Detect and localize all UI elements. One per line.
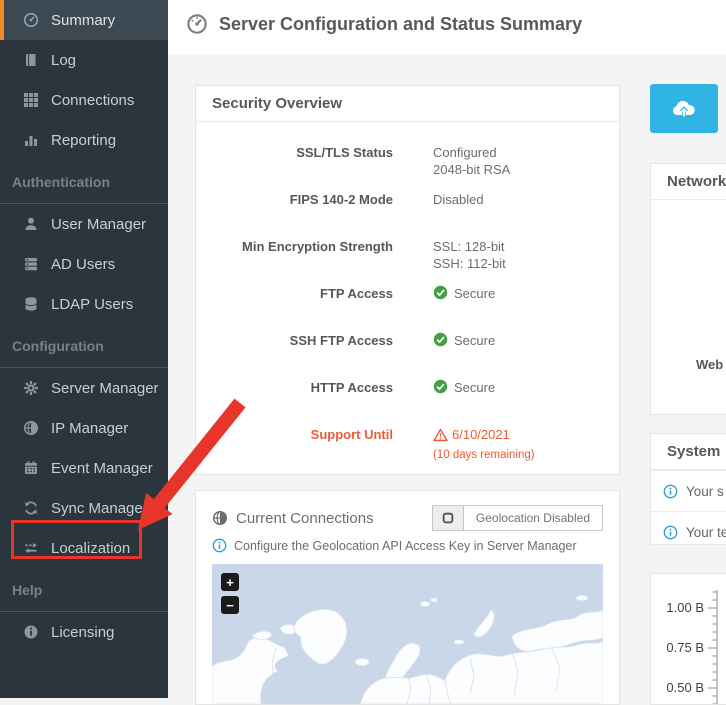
sidebar-item-label: AD Users <box>51 255 116 273</box>
sync-icon <box>22 500 39 517</box>
world-map[interactable]: + − <box>212 564 603 704</box>
sidebar-item-localization[interactable]: Localization <box>0 528 168 568</box>
security-row-ssl-tls: SSL/TLS Status Configured 2048-bit RSA <box>296 145 511 177</box>
security-row-support-until: Support Until 6/10/2021 (10 days remaini… <box>196 426 619 473</box>
sidebar-item-label: Event Manager <box>51 459 153 477</box>
security-row-http-access: HTTP Access Secure <box>310 379 496 395</box>
network-panel: Network Web <box>650 163 726 415</box>
support-remaining-note: (10 days remaining) <box>433 449 535 461</box>
sidebar-item-label: IP Manager <box>51 419 129 437</box>
system-panel-title: System <box>651 434 726 470</box>
sidebar-item-label: Connections <box>51 91 135 109</box>
sidebar-item-label: Reporting <box>51 131 117 149</box>
user-icon <box>22 216 39 233</box>
sidebar-item-reporting[interactable]: Reporting <box>0 120 168 160</box>
fips-value: Disabled <box>433 192 484 207</box>
current-connections-panel: Current Connections Geolocation Disabled… <box>195 490 620 705</box>
stop-square-icon <box>432 506 464 530</box>
cloud-upload-icon <box>671 99 697 119</box>
security-overview-title: Security Overview <box>196 86 619 122</box>
calendar-icon <box>22 460 39 477</box>
current-connections-title: Current Connections <box>212 510 374 527</box>
sidebar-item-sync-manager[interactable]: Sync Manager <box>0 488 168 528</box>
check-circle-icon <box>433 332 448 347</box>
sidebar-item-label: Server Manager <box>51 379 159 397</box>
sidebar-section-authentication: Authentication <box>0 160 168 204</box>
security-row-min-encryption: Min Encryption Strength SSL: 128-bit SSH… <box>242 239 506 271</box>
sidebar-item-server-manager[interactable]: Server Manager <box>0 368 168 408</box>
ssh-ftp-status-value: Secure <box>454 333 496 348</box>
sidebar-item-event-manager[interactable]: Event Manager <box>0 448 168 488</box>
server-stack-icon <box>22 256 39 273</box>
globe-icon <box>212 510 228 526</box>
system-panel: System Your s Your te <box>650 433 726 545</box>
database-icon <box>22 296 39 313</box>
grid-icon <box>22 92 39 109</box>
system-row-text: Your s <box>686 483 724 499</box>
sidebar-item-label: Sync Manager <box>51 499 148 517</box>
ssl-key-value: 2048-bit RSA <box>433 162 511 177</box>
security-overview-panel: Security Overview SSL/TLS Status Configu… <box>195 85 620 475</box>
sidebar-item-label: User Manager <box>51 215 147 233</box>
gauge-icon <box>22 12 39 29</box>
sidebar-item-label: LDAP Users <box>51 295 134 313</box>
book-icon <box>22 52 39 69</box>
system-status-row: Your s <box>651 470 726 511</box>
bandwidth-chart-panel: 1.00 B 0.75 B 0.50 B <box>650 573 726 705</box>
sidebar-item-ldap-users[interactable]: LDAP Users <box>0 284 168 324</box>
gauge-icon <box>186 13 208 35</box>
upload-button[interactable] <box>650 84 718 133</box>
gear-icon <box>22 380 39 397</box>
geolocation-config-note: Configure the Geolocation API Access Key… <box>212 538 603 553</box>
sidebar-item-licensing[interactable]: Licensing <box>0 612 168 652</box>
ssl-status-value: Configured <box>433 145 497 160</box>
world-map-land <box>212 564 603 704</box>
map-zoom-in-button[interactable]: + <box>221 573 239 591</box>
sidebar-item-label: Summary <box>51 11 116 29</box>
ssl-strength-value: SSL: 128-bit <box>433 239 505 254</box>
check-circle-icon <box>433 379 448 394</box>
y-axis <box>708 590 718 704</box>
info-circle-icon <box>22 624 39 641</box>
sidebar-item-summary[interactable]: Summary <box>0 0 168 40</box>
sidebar-item-label: Log <box>51 51 77 69</box>
sidebar-item-user-manager[interactable]: User Manager <box>0 204 168 244</box>
sidebar-section-help: Help <box>0 568 168 612</box>
info-icon <box>663 525 678 540</box>
http-status-value: Secure <box>454 380 496 395</box>
security-row-ssh-ftp-access: SSH FTP Access Secure <box>289 332 496 348</box>
security-row-ftp-access: FTP Access Secure <box>320 285 496 301</box>
security-row-fips: FIPS 140-2 Mode Disabled <box>196 191 619 238</box>
warning-triangle-icon <box>433 428 448 442</box>
swap-arrows-icon <box>22 540 39 557</box>
check-circle-icon <box>433 285 448 300</box>
globe-icon <box>22 420 39 437</box>
security-overview-body: SSL/TLS Status Configured 2048-bit RSA F… <box>196 122 619 473</box>
ftp-status-value: Secure <box>454 286 496 301</box>
sidebar-item-label: Localization <box>51 539 131 557</box>
info-icon <box>212 538 227 553</box>
system-status-row: Your te <box>651 511 726 552</box>
system-row-text: Your te <box>686 524 726 540</box>
network-panel-title: Network <box>651 164 726 200</box>
ssh-strength-value: SSH: 112-bit <box>433 256 506 271</box>
sidebar: Summary Log Connections Reporting Authen… <box>0 0 168 698</box>
sidebar-item-ad-users[interactable]: AD Users <box>0 244 168 284</box>
support-date-value: 6/10/2021 <box>452 427 510 442</box>
map-zoom-out-button[interactable]: − <box>221 596 239 614</box>
web-row-label: Web <box>696 357 724 372</box>
geolocation-toggle-button[interactable]: Geolocation Disabled <box>431 505 603 531</box>
info-icon <box>663 484 678 499</box>
sidebar-item-label: Licensing <box>51 623 115 641</box>
sidebar-item-connections[interactable]: Connections <box>0 80 168 120</box>
sidebar-item-ip-manager[interactable]: IP Manager <box>0 408 168 448</box>
geolocation-button-label: Geolocation Disabled <box>463 506 602 530</box>
bar-chart-icon <box>22 132 39 149</box>
sidebar-section-configuration: Configuration <box>0 324 168 368</box>
sidebar-item-log[interactable]: Log <box>0 40 168 80</box>
page-title: Server Configuration and Status Summary <box>186 13 582 35</box>
